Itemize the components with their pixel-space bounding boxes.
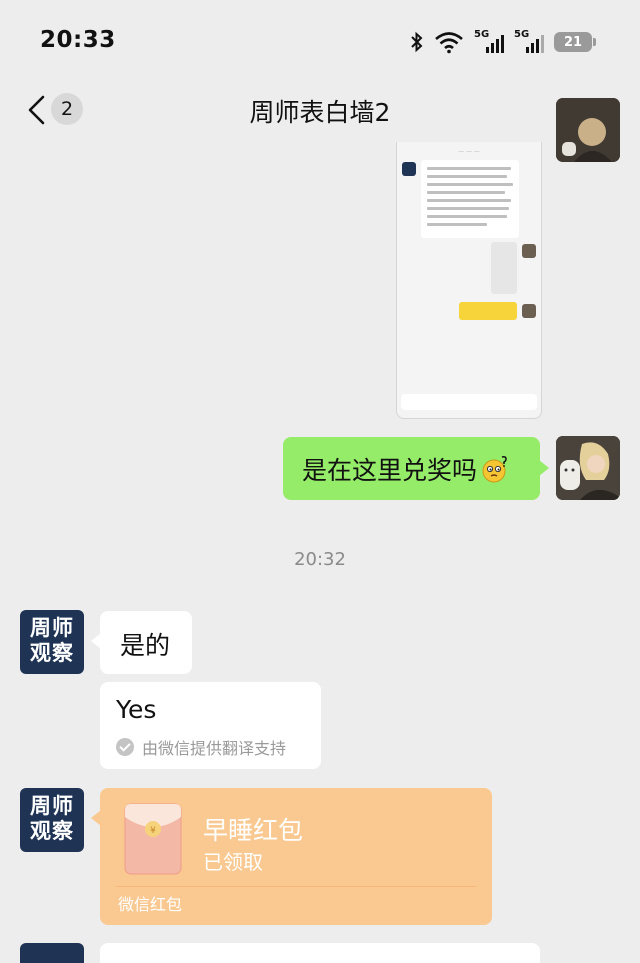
translation-note: 由微信提供翻译支持 (116, 735, 286, 759)
received-message-text: 是的 (120, 631, 171, 660)
red-packet-title: 早睡红包 (203, 816, 304, 845)
mini-avatar (522, 304, 536, 318)
my-avatar[interactable] (556, 98, 620, 162)
svg-text:¥: ¥ (150, 826, 156, 836)
mini-text-bubble (421, 160, 519, 238)
mini-avatar (402, 162, 416, 176)
mini-yellow-bubble (459, 302, 517, 320)
sender-avatar[interactable]: 周师 观察 (20, 610, 84, 674)
sender-avatar-partial[interactable] (20, 943, 84, 963)
message-timestamp: 20:32 (294, 549, 346, 570)
signal-5g-icon: 5G (474, 29, 504, 55)
sent-message-text: 是在这里兑奖吗 (302, 455, 478, 485)
status-bar: 20:33 5G 5G 21 (0, 0, 640, 80)
sent-message-bubble[interactable]: 是在这里兑奖吗 (283, 437, 549, 500)
image-timestamp: — — — (458, 148, 480, 155)
avatar-text-line1: 周师 (30, 794, 74, 818)
avatar-text-line2: 观察 (30, 641, 74, 665)
sender-avatar[interactable]: 周师 观察 (20, 788, 84, 852)
bluetooth-icon (411, 31, 423, 53)
red-packet-status: 已领取 (203, 850, 263, 874)
battery-level: 21 (563, 34, 583, 50)
battery-icon: 21 (554, 32, 596, 52)
mini-avatar (522, 244, 536, 258)
next-message-bubble-partial[interactable] (100, 943, 540, 963)
translation-text: Yes (116, 695, 157, 724)
signal-5g-icon: 5G (514, 29, 544, 55)
wifi-icon (435, 32, 463, 54)
received-message-bubble[interactable]: 是的 (91, 611, 192, 674)
thinking-face-emoji-icon (482, 455, 507, 482)
red-packet-label: 微信红包 (118, 895, 183, 914)
status-icons: 5G 5G 21 (410, 27, 596, 57)
red-packet-divider (116, 886, 476, 887)
mini-image-bubble (491, 242, 517, 294)
translation-note-text: 由微信提供翻译支持 (142, 739, 287, 758)
screenshot-image-message[interactable]: — — — (396, 142, 542, 419)
chat-title: 周师表白墙2 (249, 98, 391, 127)
avatar-text-line1: 周师 (30, 616, 74, 640)
mini-input-bar (401, 394, 537, 410)
status-time: 20:33 (40, 27, 116, 53)
avatar-text-line2: 观察 (30, 819, 74, 843)
red-envelope-icon: ¥ (124, 803, 182, 875)
check-circle-icon (116, 738, 134, 756)
red-packet-card[interactable]: ¥ 早睡红包 已领取 微信红包 (91, 788, 492, 925)
translation-bubble[interactable]: Yes 由微信提供翻译支持 (100, 682, 321, 769)
my-avatar[interactable] (556, 436, 620, 500)
